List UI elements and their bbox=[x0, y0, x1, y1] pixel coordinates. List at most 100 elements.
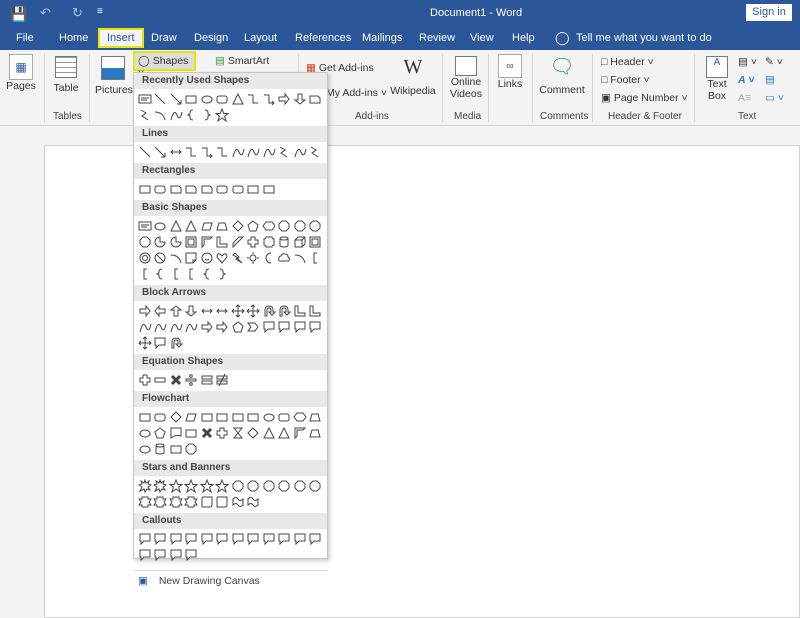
shape-brace-right-icon[interactable] bbox=[199, 107, 215, 123]
shape-elbow-icon[interactable] bbox=[246, 91, 262, 107]
shape-ellipse-icon[interactable] bbox=[137, 441, 153, 457]
shape-callout-icon[interactable] bbox=[215, 531, 231, 547]
my-addins-button[interactable]: My Add-ins ˅ bbox=[326, 87, 387, 99]
shape-scroll-icon[interactable] bbox=[215, 494, 231, 510]
shape-ellipse-icon[interactable] bbox=[137, 425, 153, 441]
shape-triangle-icon[interactable] bbox=[168, 218, 184, 234]
shape-halfframe-icon[interactable] bbox=[199, 234, 215, 250]
shape-frame-icon[interactable] bbox=[184, 234, 200, 250]
shape-parallelogram-icon[interactable] bbox=[184, 409, 200, 425]
tab-layout[interactable]: Layout bbox=[244, 32, 277, 44]
shape-roundrect-icon[interactable] bbox=[153, 181, 169, 197]
redo-icon[interactable]: ↻ bbox=[72, 5, 83, 21]
shape-callout-icon[interactable] bbox=[230, 531, 246, 547]
shape-rect-icon[interactable] bbox=[137, 409, 153, 425]
shape-rect-icon[interactable] bbox=[230, 409, 246, 425]
shape-bevel-icon[interactable] bbox=[308, 234, 324, 250]
shape-trapezoid-icon[interactable] bbox=[308, 425, 324, 441]
shape-heart-icon[interactable] bbox=[215, 250, 231, 266]
shape-moon-icon[interactable] bbox=[261, 250, 277, 266]
shape-plaque-icon[interactable] bbox=[261, 234, 277, 250]
shape-textbox-icon[interactable] bbox=[137, 218, 153, 234]
shape-elbow-icon[interactable] bbox=[215, 144, 231, 160]
shape-elbow-arrow-icon[interactable] bbox=[199, 144, 215, 160]
object-icon[interactable]: ▭ ˅ bbox=[765, 92, 784, 104]
shape-rect-icon[interactable] bbox=[184, 425, 200, 441]
shape-diagonal-icon[interactable] bbox=[230, 234, 246, 250]
shape-hexagon-icon[interactable] bbox=[261, 218, 277, 234]
shape-snip-icon[interactable] bbox=[199, 181, 215, 197]
shape-nosymbol-icon[interactable] bbox=[153, 250, 169, 266]
wikipedia-button[interactable]: W Wikipedia bbox=[390, 56, 436, 97]
shape-right-arrow-icon[interactable] bbox=[137, 303, 153, 319]
shape-rect-icon[interactable] bbox=[137, 181, 153, 197]
pictures-button[interactable]: Pictures bbox=[95, 56, 133, 96]
shape-line-icon[interactable] bbox=[137, 144, 153, 160]
shape-rect-icon[interactable] bbox=[215, 409, 231, 425]
shape-pie-icon[interactable] bbox=[168, 234, 184, 250]
shape-octagon-icon[interactable] bbox=[246, 478, 262, 494]
shape-curve-icon[interactable] bbox=[261, 144, 277, 160]
shape-rect-icon[interactable] bbox=[184, 91, 200, 107]
shape-cube-icon[interactable] bbox=[292, 234, 308, 250]
shape-equal-icon[interactable] bbox=[199, 372, 215, 388]
shape-hourglass-icon[interactable] bbox=[230, 425, 246, 441]
shape-times-icon[interactable] bbox=[199, 425, 215, 441]
shape-pentagon-icon[interactable] bbox=[246, 218, 262, 234]
shape-corner-icon[interactable] bbox=[215, 234, 231, 250]
shape-star-icon[interactable] bbox=[215, 107, 231, 123]
shape-double-arrow-icon[interactable] bbox=[168, 144, 184, 160]
shape-callout-icon[interactable] bbox=[168, 531, 184, 547]
shape-rect-icon[interactable] bbox=[246, 409, 262, 425]
shape-minus-icon[interactable] bbox=[153, 372, 169, 388]
shape-roundrect-icon[interactable] bbox=[230, 181, 246, 197]
shape-left-arrow-icon[interactable] bbox=[153, 303, 169, 319]
shape-octagon-icon[interactable] bbox=[292, 218, 308, 234]
pages-button[interactable]: ▦ Pages bbox=[6, 54, 36, 92]
shape-arrow-icon[interactable] bbox=[168, 91, 184, 107]
shape-explosion-icon[interactable] bbox=[153, 478, 169, 494]
shape-quad-arrow-icon[interactable] bbox=[137, 335, 153, 351]
tab-insert[interactable]: Insert bbox=[98, 28, 144, 48]
tab-mailings[interactable]: Mailings bbox=[362, 32, 402, 44]
footer-button[interactable]: □ Footer ˅ bbox=[601, 74, 650, 86]
shape-divide-icon[interactable] bbox=[184, 372, 200, 388]
shape-can-icon[interactable] bbox=[153, 441, 169, 457]
shape-elbow-icon[interactable] bbox=[184, 144, 200, 160]
shape-double-arrow-icon[interactable] bbox=[199, 303, 215, 319]
shape-wave-icon[interactable] bbox=[246, 494, 262, 510]
shape-octagon-icon[interactable] bbox=[277, 218, 293, 234]
shapes-button[interactable]: ◯ Shapes ˅ bbox=[133, 51, 196, 79]
shape-fold-icon[interactable] bbox=[184, 250, 200, 266]
shape-line-icon[interactable] bbox=[153, 91, 169, 107]
shape-star-icon[interactable] bbox=[184, 478, 200, 494]
shape-uturn-icon[interactable] bbox=[277, 303, 293, 319]
shape-octagon-icon[interactable] bbox=[230, 478, 246, 494]
shape-octagon-icon[interactable] bbox=[261, 478, 277, 494]
shape-octagon-icon[interactable] bbox=[184, 441, 200, 457]
shape-pentagon-icon[interactable] bbox=[153, 425, 169, 441]
shape-triangle-icon[interactable] bbox=[184, 218, 200, 234]
shape-bracket-icon[interactable] bbox=[137, 266, 153, 282]
links-button[interactable]: ∞ Links bbox=[496, 54, 524, 90]
shape-callout-icon[interactable] bbox=[292, 319, 308, 335]
shape-octagon-icon[interactable] bbox=[277, 478, 293, 494]
shape-callout-icon[interactable] bbox=[261, 531, 277, 547]
shape-bracket-icon[interactable] bbox=[168, 266, 184, 282]
shape-star-icon[interactable] bbox=[199, 478, 215, 494]
shape-wave-icon[interactable] bbox=[230, 494, 246, 510]
shape-snip-icon[interactable] bbox=[168, 181, 184, 197]
shape-callout-icon[interactable] bbox=[153, 531, 169, 547]
shape-pentagon-icon[interactable] bbox=[230, 319, 246, 335]
shape-snip-icon[interactable] bbox=[308, 91, 324, 107]
shape-arc-icon[interactable] bbox=[153, 107, 169, 123]
shape-curve-icon[interactable] bbox=[168, 319, 184, 335]
tab-design[interactable]: Design bbox=[194, 32, 228, 44]
shape-callout-icon[interactable] bbox=[184, 547, 200, 563]
shape-donut-icon[interactable] bbox=[137, 250, 153, 266]
shape-octagon-icon[interactable] bbox=[308, 218, 324, 234]
shape-snip-icon[interactable] bbox=[184, 181, 200, 197]
shape-callout-icon[interactable] bbox=[137, 531, 153, 547]
shape-sun-icon[interactable] bbox=[246, 250, 262, 266]
shape-roundrect-icon[interactable] bbox=[215, 91, 231, 107]
